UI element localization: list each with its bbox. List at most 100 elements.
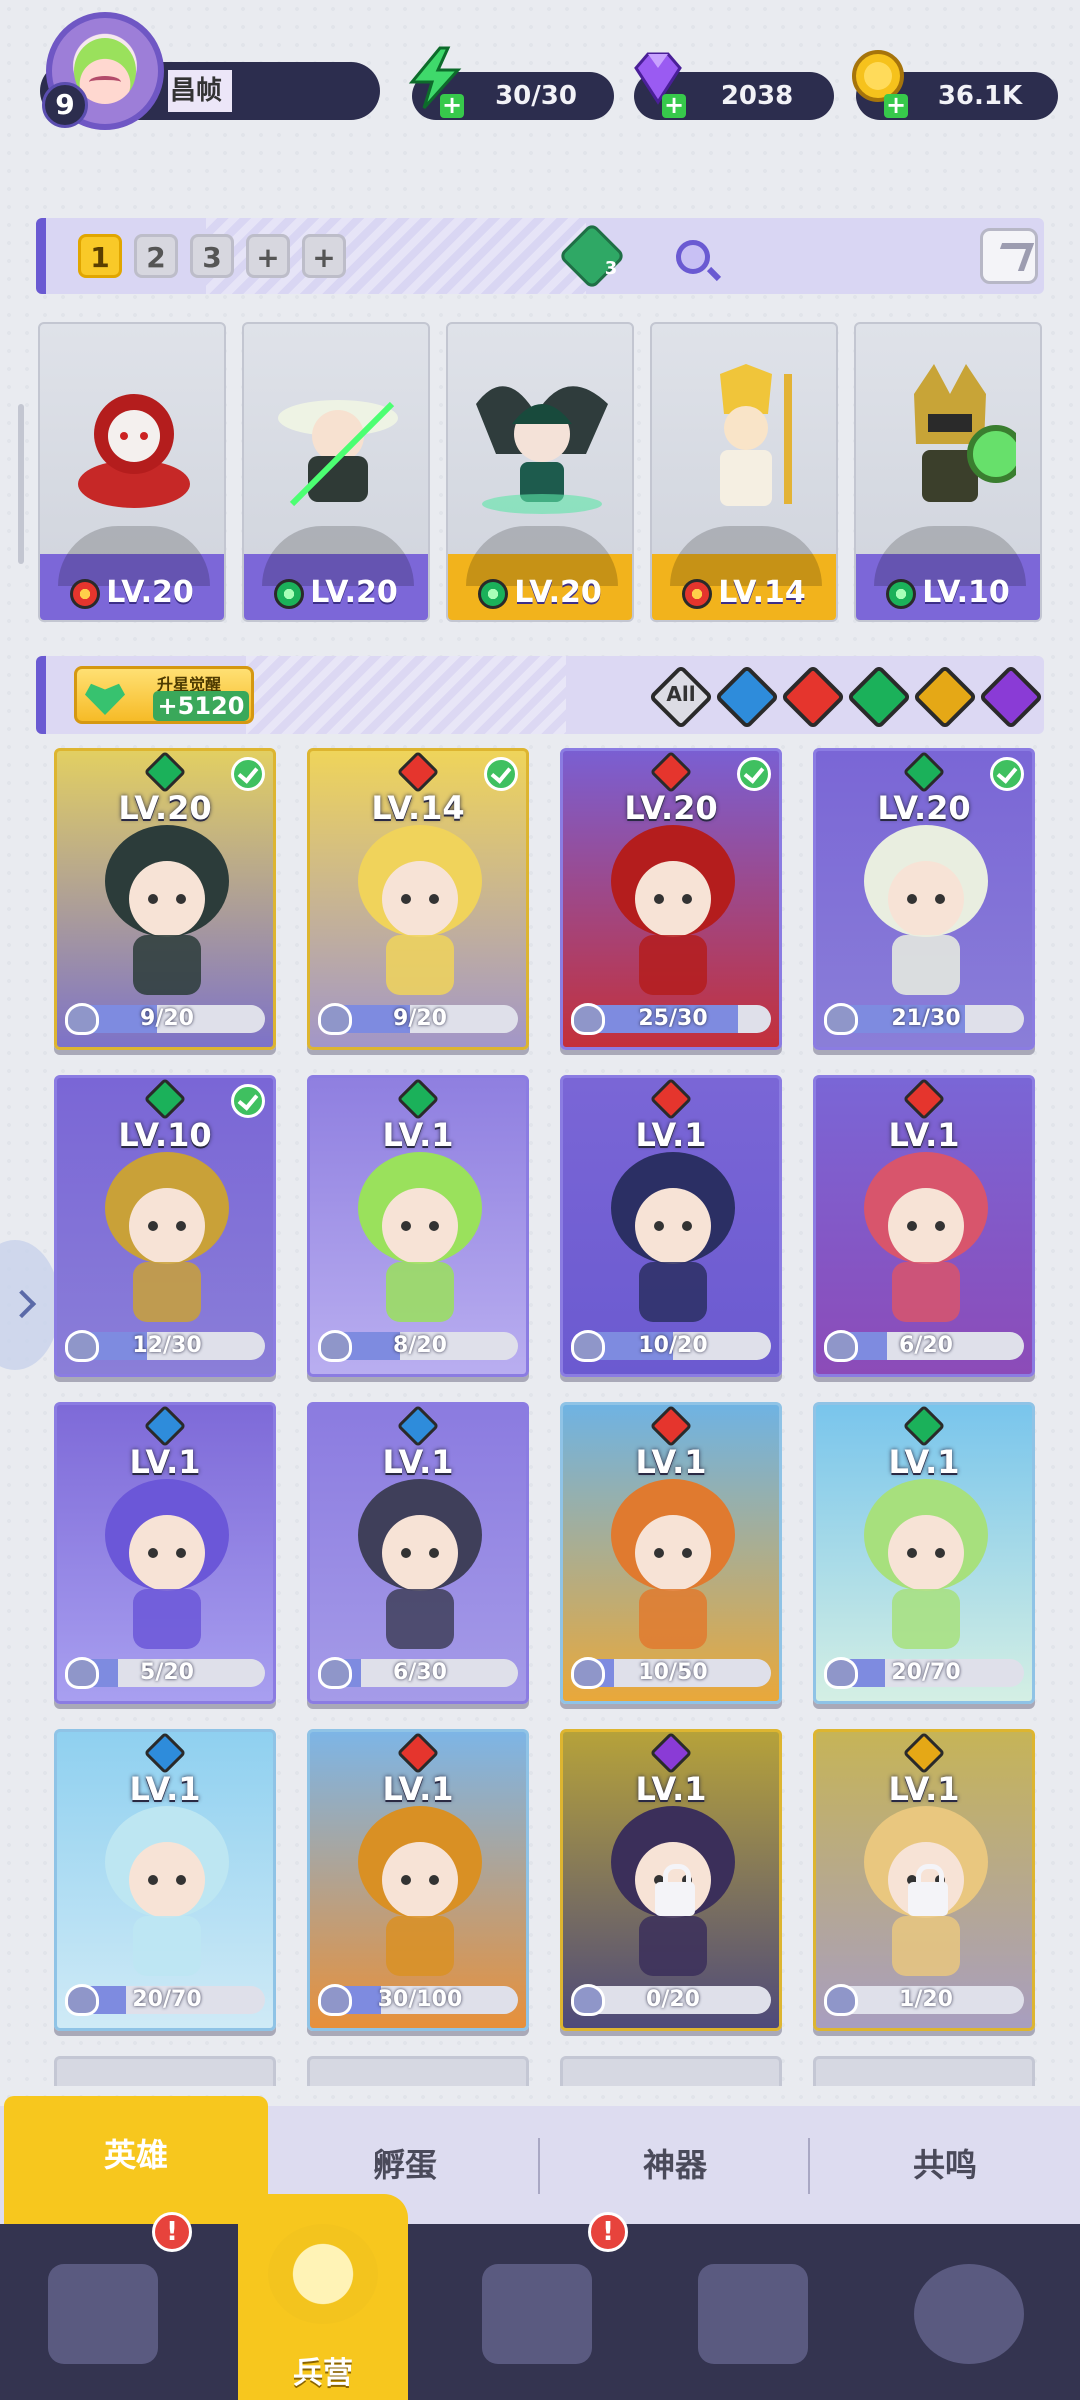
filter-water-icon[interactable] <box>714 664 780 730</box>
team-slot-add-2[interactable]: + <box>302 234 346 278</box>
next-row-card-edge <box>54 2056 276 2086</box>
shard-icon <box>824 1984 858 2016</box>
energy-add-icon[interactable]: + <box>440 93 464 118</box>
wind-element-icon <box>396 1078 440 1121</box>
nav-barracks[interactable]: 兵营 <box>238 2194 408 2400</box>
check-icon <box>737 757 771 791</box>
team-member-5[interactable]: LV.10 <box>854 322 1042 622</box>
fire-element-icon <box>649 751 693 794</box>
water-element-icon <box>396 1405 440 1448</box>
team-member-level-text: LV.20 <box>514 575 602 610</box>
team-slot-3[interactable]: 3 <box>190 234 234 278</box>
cards-icon <box>48 2264 158 2364</box>
coin-add-icon[interactable]: + <box>884 93 908 118</box>
shard-icon <box>318 1003 352 1035</box>
wind-element-icon <box>143 1078 187 1121</box>
diamond-add-icon[interactable]: + <box>662 93 686 118</box>
hero-portrait <box>611 1152 735 1322</box>
filter-dark-icon[interactable] <box>978 664 1044 730</box>
shard-icon <box>65 1003 99 1035</box>
hero-card[interactable]: LV.20 25/30 <box>560 748 782 1050</box>
team-slot-1[interactable]: 1 <box>78 234 122 278</box>
team-member-level: LV.14 <box>652 575 836 610</box>
search-icon[interactable] <box>676 240 710 274</box>
lock-icon <box>655 1864 695 1916</box>
hero-card[interactable]: LV.1 0/20 <box>560 1729 782 2031</box>
shard-icon <box>824 1330 858 1362</box>
shard-icon <box>318 1330 352 1362</box>
hero-card[interactable]: LV.14 9/20 <box>307 748 529 1050</box>
mushroom-icon <box>914 2264 1024 2364</box>
team-scrollbar[interactable] <box>18 404 24 564</box>
hero-card[interactable]: LV.1 20/70 <box>54 1729 276 2031</box>
hero-card[interactable]: LV.1 20/70 <box>813 1402 1035 1704</box>
hero-level: LV.1 <box>382 1443 454 1481</box>
check-icon <box>990 757 1024 791</box>
hero-card[interactable]: LV.1 5/20 <box>54 1402 276 1704</box>
hero-portrait <box>358 825 482 995</box>
filter-light-icon[interactable] <box>912 664 978 730</box>
hero-level: LV.1 <box>129 1770 201 1808</box>
hero-level: LV.14 <box>371 789 465 827</box>
hero-level: LV.1 <box>888 1116 960 1154</box>
light-element-icon <box>902 1732 946 1775</box>
nav-barracks-label: 兵营 <box>293 2356 353 2391</box>
team-member-3[interactable]: LV.20 <box>446 322 634 622</box>
sub-tabs: 英雄 孵蛋 神器 共鸣 <box>0 2096 1080 2224</box>
nav-castle[interactable] <box>648 2224 864 2400</box>
hero-card[interactable]: LV.1 30/100 <box>307 1729 529 2031</box>
filter-fire-icon[interactable] <box>780 664 846 730</box>
shard-icon <box>824 1003 858 1035</box>
energy-resource[interactable]: + 30/30 <box>408 46 614 120</box>
hero-portrait <box>864 825 988 995</box>
team-bar: 1 2 3 + + 3 <box>36 218 1044 294</box>
tab-artifact[interactable]: 神器 <box>540 2106 810 2224</box>
hero-card[interactable]: LV.1 10/50 <box>560 1402 782 1704</box>
coin-resource[interactable]: + 36.1K <box>852 50 1058 120</box>
hero-card[interactable]: LV.1 8/20 <box>307 1075 529 1377</box>
water-element-icon <box>143 1732 187 1775</box>
filter-bar-stripe <box>246 656 566 734</box>
diamond-value: 2038 <box>720 81 794 111</box>
bottom-nav: ! 兵营 ! <box>0 2194 1080 2400</box>
hero-level: LV.1 <box>888 1770 960 1808</box>
team-member-4[interactable]: LV.14 <box>650 322 838 622</box>
tab-resonance[interactable]: 共鸣 <box>810 2106 1080 2224</box>
shard-icon <box>571 1330 605 1362</box>
hero-card[interactable]: LV.1 1/20 <box>813 1729 1035 2031</box>
hero-card[interactable]: LV.1 10/20 <box>560 1075 782 1377</box>
team-slot-2[interactable]: 2 <box>134 234 178 278</box>
share-button[interactable] <box>980 228 1038 284</box>
shard-icon <box>318 1657 352 1689</box>
hero-card[interactable]: LV.1 6/20 <box>813 1075 1035 1377</box>
fire-element-icon <box>70 578 101 609</box>
diamond-resource[interactable]: + 2038 <box>634 52 834 120</box>
filter-wind-icon[interactable] <box>846 664 912 730</box>
coin-value: 36.1K <box>937 81 1023 111</box>
filter-all-label: All <box>666 682 696 706</box>
nav-mushroom[interactable] <box>864 2224 1080 2400</box>
wind-element-icon <box>143 751 187 794</box>
tab-heroes[interactable]: 英雄 <box>4 2096 268 2224</box>
player-level: 9 <box>42 82 88 128</box>
hero-portrait <box>105 1806 229 1976</box>
team-member-2[interactable]: LV.20 <box>242 322 430 622</box>
fire-element-icon <box>649 1078 693 1121</box>
team-member-1[interactable]: LV.20 <box>38 322 226 622</box>
team-slot-add-1[interactable]: + <box>246 234 290 278</box>
hero-portrait <box>105 1152 229 1322</box>
nav-cards[interactable]: ! <box>0 2212 216 2400</box>
awaken-button[interactable]: 升星觉醒 +5120 <box>74 666 254 724</box>
hero-portrait <box>611 825 735 995</box>
hero-level: LV.20 <box>118 789 212 827</box>
hero-card[interactable]: LV.20 9/20 <box>54 748 276 1050</box>
shard-icon <box>571 1003 605 1035</box>
hero-card[interactable]: LV.10 12/30 <box>54 1075 276 1377</box>
fire-element-icon <box>902 1078 946 1121</box>
hero-card[interactable]: LV.20 21/30 <box>813 748 1035 1050</box>
hero-card[interactable]: LV.1 6/30 <box>307 1402 529 1704</box>
nav-map[interactable]: ! <box>432 2212 648 2400</box>
next-row-card-edge <box>560 2056 782 2086</box>
filter-bar: 升星觉醒 +5120 All <box>36 656 1044 734</box>
wind-element-icon <box>902 751 946 794</box>
